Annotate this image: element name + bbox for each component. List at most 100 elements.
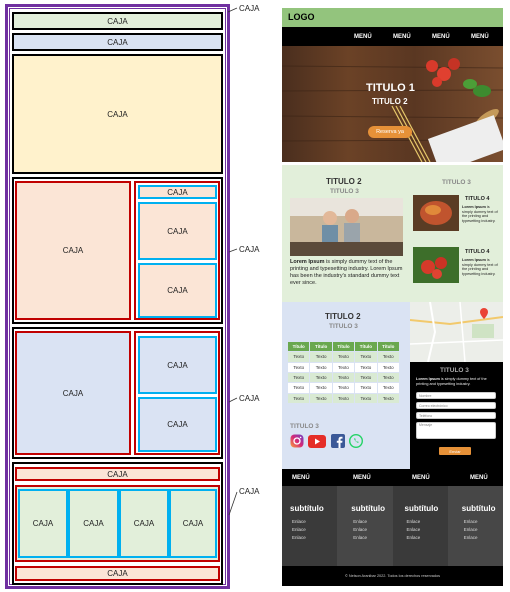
card2-title: TITULO 4 xyxy=(465,249,490,255)
footer-link[interactable]: Enlace xyxy=(464,519,478,524)
table-cell: Texto xyxy=(355,362,377,372)
box-label: CAJA xyxy=(107,569,128,578)
section3: TITULO 2 TITULO 3 Título Título Título T… xyxy=(282,302,410,469)
hero-box: CAJA xyxy=(12,54,223,174)
table-cell: Texto xyxy=(355,372,377,383)
section2: TITULO 2 TITULO 3 Lorem Ipsum is simply … xyxy=(282,165,503,302)
nav-item-3[interactable]: MENÚ xyxy=(432,34,450,40)
hero-reserve-button[interactable]: Reserva ya xyxy=(368,126,412,138)
footer-link[interactable]: Enlace xyxy=(407,535,421,540)
facebook-icon[interactable] xyxy=(331,434,345,448)
footer-column: subtítulo Enlace Enlace Enlace xyxy=(282,486,338,566)
send-button[interactable]: Enviar xyxy=(439,447,471,455)
hero: TITULO 1 TITULO 2 Reserva ya xyxy=(282,46,503,162)
phone-field[interactable]: Teléfono xyxy=(416,412,496,419)
footer-link[interactable]: Enlace xyxy=(464,535,478,540)
table-header-cell: Título xyxy=(288,342,310,352)
box-label: CAJA xyxy=(62,388,84,398)
table-cell: Texto xyxy=(377,372,399,383)
box-label: CAJA xyxy=(167,226,188,236)
footer-link[interactable]: Enlace xyxy=(292,527,306,532)
footer-link[interactable]: Enlace xyxy=(353,527,367,532)
youtube-icon[interactable] xyxy=(308,435,326,448)
table-cell: Texto xyxy=(355,393,377,403)
section2-main-box: CAJA xyxy=(15,181,131,320)
section2-body: Lorem Ipsum is simply dummy text of the … xyxy=(290,259,405,287)
box-label: CAJA xyxy=(107,16,128,26)
box-label: CAJA xyxy=(107,109,128,119)
contact-form: TITULO 3 Lorem Ipsum is simply dummy tex… xyxy=(410,362,503,469)
annotation-label-3: CAJA xyxy=(239,394,260,403)
table-header-cell: Título xyxy=(310,342,332,352)
box-label: CAJA xyxy=(83,519,104,528)
nav-item-2[interactable]: MENÚ xyxy=(393,34,411,40)
box-label: CAJA xyxy=(167,420,188,429)
footer-col-3: CAJA xyxy=(119,489,169,558)
table-cell: Texto xyxy=(332,383,355,393)
table-cell: Texto xyxy=(332,362,355,372)
logo-bar: LOGO xyxy=(282,8,503,27)
box-label: CAJA xyxy=(167,360,188,370)
footer-columns: subtítulo Enlace Enlace Enlace subtítulo… xyxy=(282,486,503,566)
section3-subtitle: TITULO 3 xyxy=(329,323,358,330)
nav2-item-3[interactable]: MENÚ xyxy=(412,475,430,481)
section2-aside-card-2: CAJA xyxy=(138,263,217,318)
nav2-item-2[interactable]: MENÚ xyxy=(353,475,371,481)
table-cell: Texto xyxy=(310,393,332,403)
nav2-item-1[interactable]: MENÚ xyxy=(292,475,310,481)
instagram-icon[interactable] xyxy=(290,434,304,448)
table-cell: Texto xyxy=(377,352,399,362)
data-table: Título Título Título Título Título Texto… xyxy=(288,342,399,403)
table-cell: Texto xyxy=(310,383,332,393)
nav2-item-4[interactable]: MENÚ xyxy=(470,475,488,481)
card1-image xyxy=(413,195,459,231)
footer-link[interactable]: Enlace xyxy=(407,519,421,524)
footer-column: subtítulo Enlace Enlace Enlace xyxy=(447,486,503,566)
social-title: TITULO 3 xyxy=(290,423,319,430)
footer-col-1: CAJA xyxy=(18,489,68,558)
table-cell: Texto xyxy=(332,352,355,362)
copyright-bar: © Nelson Aranibar 2022. Todos los derech… xyxy=(282,566,503,586)
section3-aside-card-2: CAJA xyxy=(138,397,217,452)
box-label: CAJA xyxy=(32,519,54,528)
box-label: CAJA xyxy=(62,246,84,255)
annotation-label-2: CAJA xyxy=(239,245,260,254)
copyright-text: © Nelson Aranibar 2022. Todos los derech… xyxy=(345,574,440,578)
form-text: Lorem Ipsum is simply dummy text of the … xyxy=(416,377,498,386)
message-field[interactable]: Mensaje xyxy=(416,422,496,439)
footer-link[interactable]: Enlace xyxy=(292,519,306,524)
footer-link[interactable]: Enlace xyxy=(353,519,367,524)
table-cell: Texto xyxy=(310,372,332,383)
footer-column: subtítulo Enlace Enlace Enlace xyxy=(392,486,448,566)
box-label: CAJA xyxy=(167,286,188,295)
name-field[interactable]: Nombre xyxy=(416,392,496,399)
email-field[interactable]: Correo electrónico xyxy=(416,402,496,409)
nav-item-1[interactable]: MENÚ xyxy=(354,34,372,40)
footer-link[interactable]: Enlace xyxy=(464,527,478,532)
box-label: CAJA xyxy=(133,519,155,528)
nav-bar-2: MENÚ MENÚ MENÚ MENÚ xyxy=(282,469,503,486)
card1-text: Lorem Ipsum is simply dummy text of the … xyxy=(462,205,500,223)
table-cell: Texto xyxy=(310,352,332,362)
table-cell: Texto xyxy=(355,352,377,362)
table-cell: Texto xyxy=(288,362,310,372)
footer-column-title: subtítulo xyxy=(290,504,324,513)
section3-title: TITULO 2 xyxy=(325,312,361,321)
footer-link[interactable]: Enlace xyxy=(353,535,367,540)
section3-aside-card-1: CAJA xyxy=(138,336,217,394)
logo[interactable]: LOGO xyxy=(288,12,315,22)
header-box-1: CAJA xyxy=(12,12,223,30)
footer-column-title: subtítulo xyxy=(351,504,386,513)
section2-aside-title: TITULO 3 xyxy=(442,179,471,186)
section2-subtitle: TITULO 3 xyxy=(330,188,359,195)
nav-item-4[interactable]: MENÚ xyxy=(471,34,489,40)
section2-body-bold: Lorem Ipsum xyxy=(290,259,325,265)
footer-link[interactable]: Enlace xyxy=(292,535,306,540)
section2-aside-title-box: CAJA xyxy=(138,185,217,199)
annotation-label-1: CAJA xyxy=(239,4,260,13)
table-header-cell: Título xyxy=(355,342,377,352)
footer-link[interactable]: Enlace xyxy=(407,527,421,532)
whatsapp-icon[interactable] xyxy=(349,434,363,448)
table-cell: Texto xyxy=(355,383,377,393)
table-cell: Texto xyxy=(310,362,332,372)
